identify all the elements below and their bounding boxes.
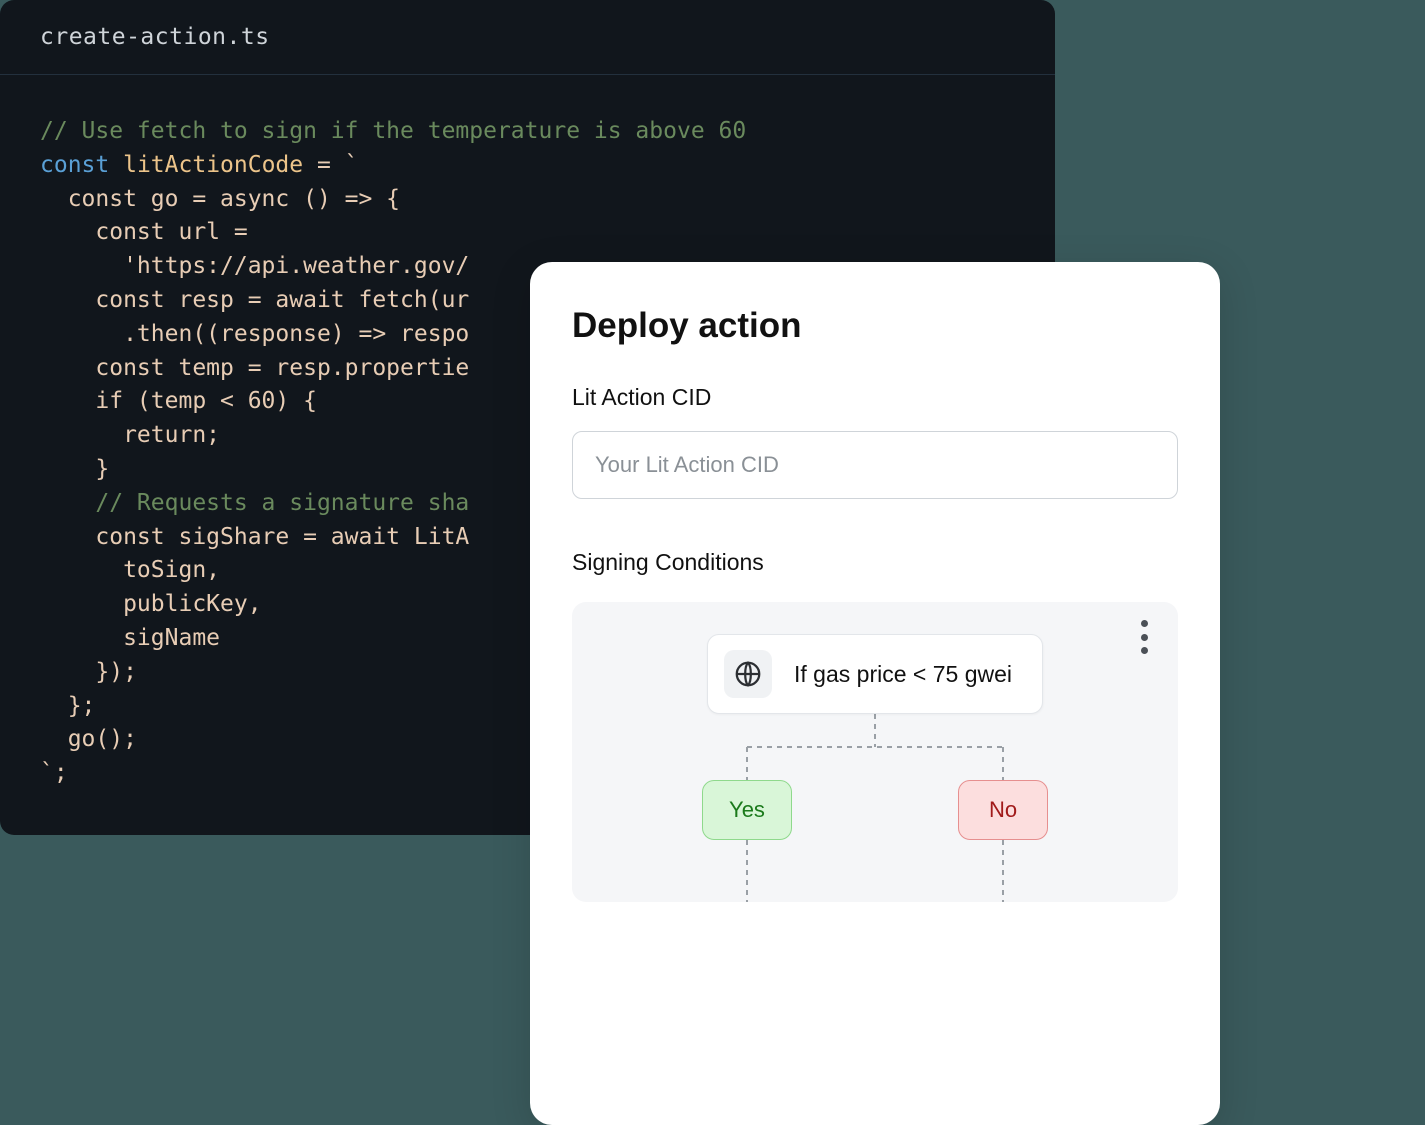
kebab-dot-icon: [1141, 620, 1148, 627]
code-line: .then((response) => respo: [40, 321, 469, 347]
condition-node[interactable]: If gas price < 75 gwei: [707, 634, 1043, 714]
decision-yes-button[interactable]: Yes: [702, 780, 792, 840]
kebab-dot-icon: [1141, 647, 1148, 654]
decision-no-button[interactable]: No: [958, 780, 1048, 840]
condition-text: If gas price < 75 gwei: [794, 661, 1012, 688]
editor-tab-filename[interactable]: create-action.ts: [40, 24, 270, 50]
code-line: 'https://api.weather.gov/: [40, 253, 469, 279]
signing-conditions-box: If gas price < 75 gwei Yes No: [572, 602, 1178, 902]
code-token: = `: [303, 152, 358, 178]
code-line: `;: [40, 760, 68, 786]
code-line: // Requests a signature sha: [40, 490, 469, 516]
deploy-action-panel: Deploy action Lit Action CID Signing Con…: [530, 262, 1220, 1125]
code-token: const: [40, 152, 109, 178]
code-line: const url =: [40, 219, 248, 245]
code-line: go();: [40, 726, 137, 752]
code-line: if (temp < 60) {: [40, 388, 317, 414]
code-line: const resp = await fetch(ur: [40, 287, 469, 313]
panel-title: Deploy action: [572, 306, 1178, 346]
code-line: };: [40, 693, 95, 719]
code-line: publicKey,: [40, 591, 262, 617]
code-line: }: [40, 456, 109, 482]
globe-icon: [724, 650, 772, 698]
code-line: const go = async () => {: [40, 186, 400, 212]
code-line: const temp = resp.propertie: [40, 355, 469, 381]
cid-input[interactable]: [572, 431, 1178, 499]
decision-no-label: No: [989, 797, 1017, 823]
editor-tabbar: create-action.ts: [0, 0, 1055, 75]
code-line: const sigShare = await LitA: [40, 524, 469, 550]
code-line: toSign,: [40, 557, 220, 583]
code-token: litActionCode: [123, 152, 303, 178]
conditions-menu-button[interactable]: [1130, 620, 1158, 654]
signing-conditions-label: Signing Conditions: [572, 549, 1178, 576]
code-line: // Use fetch to sign if the temperature …: [40, 118, 746, 144]
code-line: return;: [40, 422, 220, 448]
kebab-dot-icon: [1141, 634, 1148, 641]
code-line: sigName: [40, 625, 220, 651]
decision-yes-label: Yes: [729, 797, 765, 823]
code-line: });: [40, 659, 137, 685]
cid-field-label: Lit Action CID: [572, 384, 1178, 411]
